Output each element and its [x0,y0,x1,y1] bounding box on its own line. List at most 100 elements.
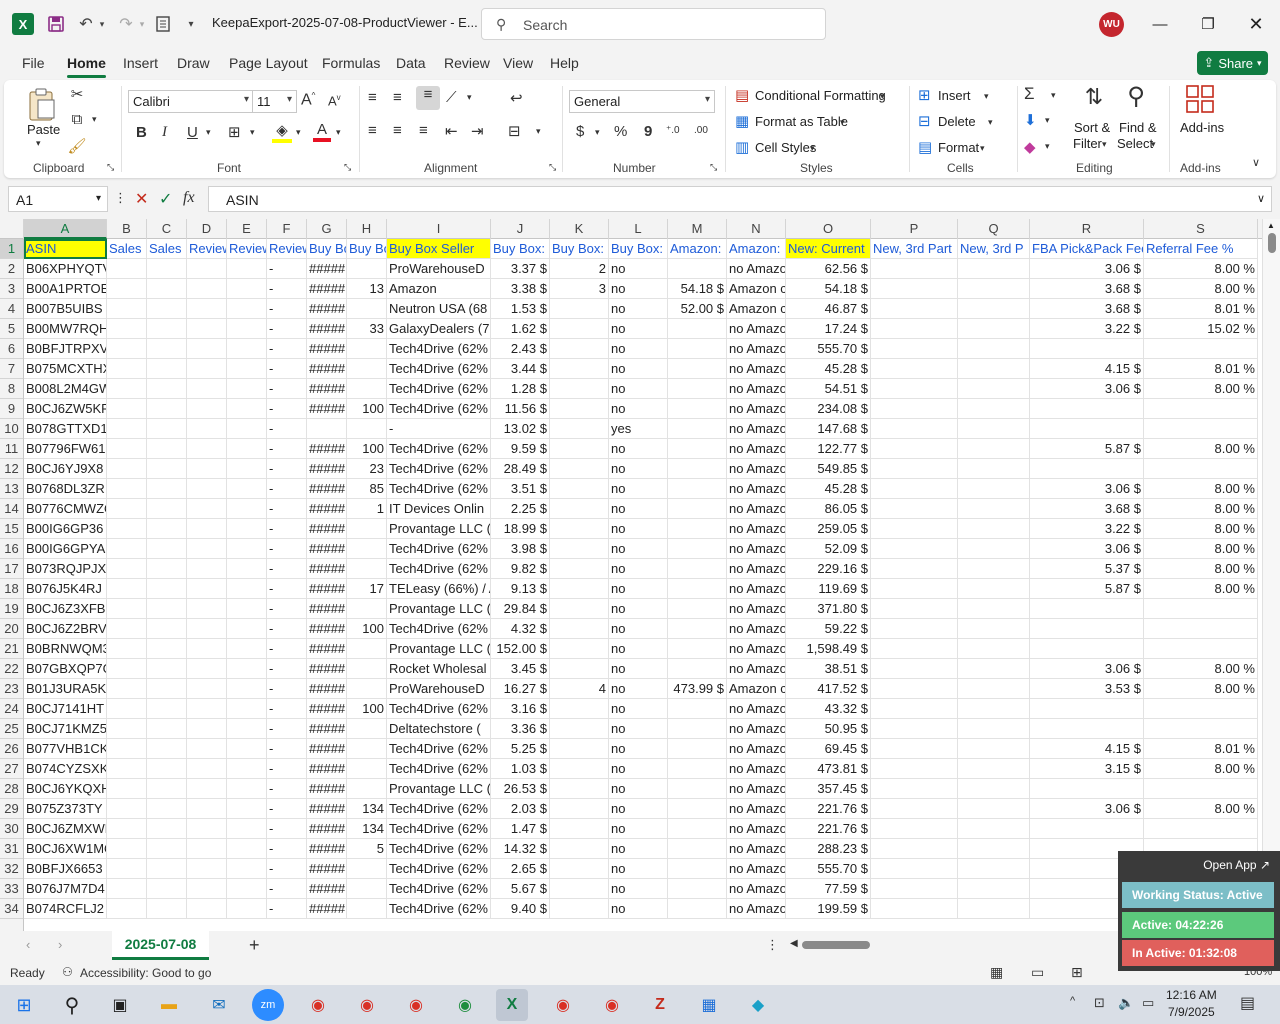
table-cell[interactable] [107,279,147,299]
tab-insert[interactable]: Insert [123,55,158,71]
table-cell[interactable]: B007B5UIBS [24,299,107,319]
table-cell[interactable]: 16.27 $ [491,679,550,699]
table-cell[interactable] [1030,339,1144,359]
avatar[interactable]: WU [1099,12,1124,37]
table-cell[interactable]: 54.18 $ [786,279,871,299]
volume-icon[interactable]: 🔈 [1118,995,1134,1011]
chevron-down-icon[interactable]: ▾ [984,91,989,102]
table-cell[interactable] [958,439,1030,459]
row-header[interactable]: 29 [0,799,24,819]
table-cell[interactable]: no Amazo [727,439,786,459]
table-cell[interactable] [958,299,1030,319]
table-cell[interactable]: 8.00 % [1144,479,1258,499]
table-cell[interactable]: 13 [347,279,387,299]
table-cell[interactable]: Amazon c [727,279,786,299]
table-cell[interactable]: 69.45 $ [786,739,871,759]
row-header[interactable]: 13 [0,479,24,499]
table-cell[interactable] [1144,599,1258,619]
table-cell[interactable]: Provantage LLC ( [387,519,491,539]
table-cell[interactable] [187,619,227,639]
table-cell[interactable] [107,439,147,459]
table-cell[interactable]: 3.06 $ [1030,479,1144,499]
table-cell[interactable]: Amazon c [727,679,786,699]
table-cell[interactable]: 5.67 $ [491,879,550,899]
number-launcher-icon[interactable]: ⤡ [710,162,717,173]
table-cell[interactable]: - [267,439,307,459]
fill-icon[interactable]: ⬇ [1024,111,1037,129]
column-header[interactable]: D [187,219,227,239]
table-cell[interactable]: 5.37 $ [1030,559,1144,579]
table-cell[interactable] [1144,399,1258,419]
table-cell[interactable] [147,439,187,459]
table-cell[interactable] [1144,719,1258,739]
table-cell[interactable] [668,599,727,619]
table-cell[interactable] [958,819,1030,839]
column-header[interactable]: Q [958,219,1030,239]
row-header[interactable]: 26 [0,739,24,759]
table-cell[interactable] [550,859,609,879]
font-color-icon[interactable]: A [313,121,331,142]
table-cell[interactable] [107,299,147,319]
chevron-down-icon[interactable]: ▾ [880,91,885,102]
table-cell[interactable] [147,879,187,899]
table-cell[interactable]: no [609,359,668,379]
table-cell[interactable]: 555.70 $ [786,859,871,879]
header-cell[interactable]: Review [267,239,307,259]
table-cell[interactable] [958,599,1030,619]
table-cell[interactable] [227,419,267,439]
table-cell[interactable]: - [267,899,307,919]
table-cell[interactable]: Tech4Drive (62% [387,879,491,899]
column-header[interactable]: E [227,219,267,239]
table-cell[interactable] [107,619,147,639]
table-cell[interactable]: 3.53 $ [1030,679,1144,699]
table-cell[interactable] [1030,459,1144,479]
table-cell[interactable]: 5.25 $ [491,739,550,759]
table-cell[interactable]: 2.65 $ [491,859,550,879]
table-cell[interactable]: B06XPHYQTV [24,259,107,279]
table-cell[interactable] [107,599,147,619]
column-header[interactable]: C [147,219,187,239]
table-cell[interactable]: - [267,839,307,859]
table-cell[interactable] [958,459,1030,479]
table-cell[interactable]: no [609,299,668,319]
table-cell[interactable] [871,799,958,819]
table-cell[interactable]: B073RQJPJX [24,559,107,579]
table-cell[interactable] [107,719,147,739]
table-cell[interactable]: 8.00 % [1144,439,1258,459]
table-cell[interactable] [227,279,267,299]
table-cell[interactable] [227,599,267,619]
table-cell[interactable]: Provantage LLC ( [387,779,491,799]
table-cell[interactable] [187,659,227,679]
table-cell[interactable] [187,859,227,879]
table-cell[interactable]: 1 [347,499,387,519]
table-cell[interactable]: - [267,499,307,519]
table-cell[interactable]: Tech4Drive (62% [387,699,491,719]
table-cell[interactable]: 8.01 % [1144,739,1258,759]
table-cell[interactable]: 8.00 % [1144,259,1258,279]
paste-icon[interactable] [26,86,58,122]
table-cell[interactable] [107,319,147,339]
table-cell[interactable] [668,479,727,499]
table-cell[interactable] [550,779,609,799]
table-cell[interactable] [668,519,727,539]
table-cell[interactable]: 45.28 $ [786,479,871,499]
table-cell[interactable] [668,359,727,379]
table-cell[interactable]: ##### [307,639,347,659]
table-cell[interactable]: - [267,759,307,779]
table-cell[interactable] [107,519,147,539]
chevron-down-icon[interactable]: ▾ [1051,90,1056,101]
header-cell[interactable]: Buy Box: [550,239,609,259]
table-cell[interactable]: Provantage LLC ( [387,599,491,619]
table-cell[interactable] [187,839,227,859]
align-top-icon[interactable]: ≡ [368,89,377,106]
table-cell[interactable]: 3.44 $ [491,359,550,379]
table-cell[interactable] [187,299,227,319]
conditional-formatting-icon[interactable]: ▤ [735,86,749,104]
table-cell[interactable] [227,619,267,639]
table-cell[interactable] [1030,619,1144,639]
table-cell[interactable]: no Amazo [727,739,786,759]
table-cell[interactable] [668,819,727,839]
table-cell[interactable] [147,719,187,739]
table-cell[interactable]: no Amazo [727,619,786,639]
underline-button[interactable]: U [187,124,198,141]
